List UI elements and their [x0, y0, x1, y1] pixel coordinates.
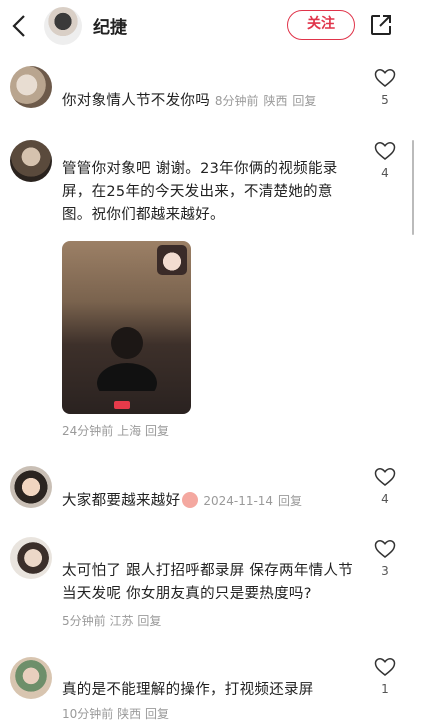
comment-location: 江苏 — [109, 614, 134, 628]
back-arrow-icon[interactable] — [8, 12, 32, 40]
comment-date: 2024-11-14 — [203, 494, 274, 508]
comment-location: 陕西 — [263, 94, 288, 108]
reply-button[interactable]: 回复 — [137, 614, 161, 628]
comment-time: 24分钟前 — [62, 424, 114, 438]
heart-icon[interactable] — [374, 68, 396, 88]
commenter-avatar[interactable] — [10, 657, 52, 699]
follow-button[interactable]: 关注 — [287, 10, 355, 40]
person-silhouette — [97, 327, 157, 391]
like-count: 4 — [381, 166, 389, 180]
reply-button[interactable]: 回复 — [278, 494, 302, 508]
comment-meta: 10分钟前 陕西 回复 — [62, 705, 169, 722]
comment-time: 5分钟前 — [62, 614, 106, 628]
heart-icon[interactable] — [374, 467, 396, 487]
scrollbar[interactable] — [412, 140, 414, 235]
commenter-avatar[interactable] — [10, 537, 52, 579]
comment-text-row: 你对象情人节不发你吗 8分钟前 陕西 回复 — [62, 90, 362, 113]
comment-text: 大家都要越来越好 — [62, 493, 181, 509]
like-count: 3 — [381, 564, 389, 578]
comment-time: 8分钟前 — [214, 94, 259, 108]
comment-meta: 5分钟前 江苏 回复 — [62, 612, 161, 629]
comment-text: 管管你对象吧 谢谢。23年你俩的视频能录屏，在25年的今天发出来，不清楚她的意图… — [62, 161, 338, 223]
commenter-avatar[interactable] — [10, 466, 52, 508]
live-badge — [114, 401, 130, 409]
comment-text: 真的是不能理解的操作，打视频还录屏 — [62, 682, 314, 698]
heart-icon[interactable] — [374, 657, 396, 677]
author-name[interactable]: 纪捷 — [93, 13, 127, 38]
pig-emoji-icon — [182, 492, 199, 508]
comment-video-thumbnail[interactable] — [62, 241, 191, 414]
video-pip-inset — [157, 245, 187, 275]
author-avatar[interactable] — [44, 7, 82, 45]
comment-text-row: 大家都要越来越好 2024-11-14 回复 — [62, 490, 362, 513]
commenter-avatar[interactable] — [10, 66, 52, 108]
comment-location: 上海 — [117, 424, 142, 438]
comment-time: 10分钟前 — [62, 707, 114, 721]
comment-meta: 24分钟前 上海 回复 — [62, 422, 169, 439]
top-bar: 纪捷 关注 — [0, 0, 422, 52]
commenter-avatar[interactable] — [10, 140, 52, 182]
comment-text: 你对象情人节不发你吗 — [62, 93, 210, 109]
like-count: 1 — [381, 682, 389, 696]
heart-icon[interactable] — [374, 141, 396, 161]
reply-button[interactable]: 回复 — [145, 707, 169, 721]
like-count: 4 — [381, 492, 389, 506]
reply-button[interactable]: 回复 — [292, 94, 316, 108]
share-icon[interactable] — [369, 13, 393, 37]
comment-location: 陕西 — [117, 707, 142, 721]
reply-button[interactable]: 回复 — [145, 424, 169, 438]
heart-icon[interactable] — [374, 539, 396, 559]
comment-text: 太可怕了 跟人打招呼都录屏 保存两年情人节当天发呢 你女朋友真的只是要热度吗? — [62, 563, 354, 602]
like-count: 5 — [381, 93, 389, 107]
